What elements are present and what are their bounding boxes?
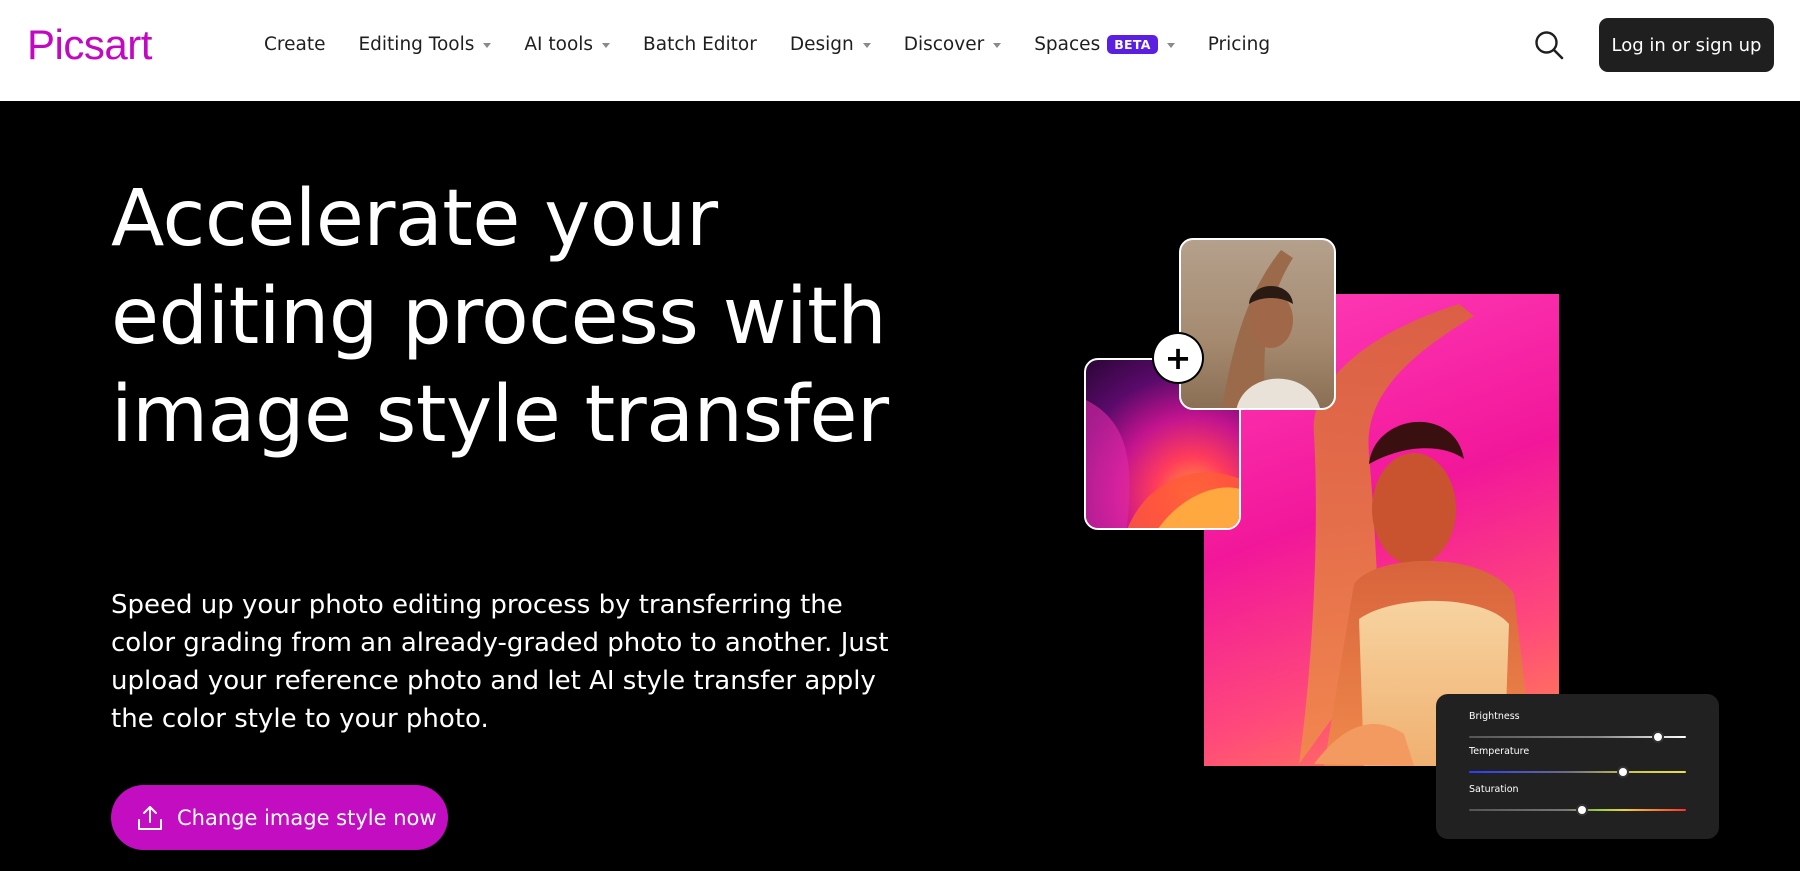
nav-item-label: Create xyxy=(264,33,326,55)
temperature-label: Temperature xyxy=(1469,746,1530,757)
brightness-slider-track[interactable] xyxy=(1469,731,1686,743)
nav-item-pricing[interactable]: Pricing xyxy=(1208,34,1270,55)
temperature-slider-handle[interactable] xyxy=(1617,766,1630,778)
picsart-logo[interactable]: Picsart xyxy=(27,22,152,68)
nav-item-label: Spaces xyxy=(1034,33,1101,55)
chevron-down-icon xyxy=(993,42,1002,48)
login-signup-button[interactable]: Log in or sign up xyxy=(1599,18,1774,72)
nav-item-spaces[interactable]: Spaces BETA xyxy=(1034,34,1175,55)
nav-item-label: Editing Tools xyxy=(358,33,475,55)
cta-label: Change image style now xyxy=(177,805,437,830)
chevron-down-icon xyxy=(483,42,492,48)
temperature-slider-track[interactable] xyxy=(1469,766,1686,778)
chevron-down-icon xyxy=(862,42,871,48)
hero-title: Accelerate your editing process with ima… xyxy=(111,174,889,460)
nav-item-ai-tools[interactable]: AI tools xyxy=(524,33,611,55)
main-nav: Create Editing Tools AI tools Batch Edit… xyxy=(264,0,1303,88)
nav-item-label: Pricing xyxy=(1207,33,1271,55)
chevron-down-icon xyxy=(1166,42,1175,48)
saturation-slider-track[interactable] xyxy=(1469,804,1686,816)
nav-item-batch-editor[interactable]: Batch Editor xyxy=(643,34,757,55)
brightness-label: Brightness xyxy=(1469,711,1520,722)
saturation-label: Saturation xyxy=(1469,784,1519,795)
plus-icon: + xyxy=(1154,334,1202,382)
beta-badge: BETA xyxy=(1107,34,1158,54)
top-navigation-bar: Picsart Create Editing Tools AI tools Ba… xyxy=(0,0,1800,101)
nav-item-label: Discover xyxy=(903,33,985,55)
nav-item-label: AI tools xyxy=(524,33,594,55)
change-image-style-button[interactable]: Change image style now xyxy=(111,785,448,850)
nav-item-create[interactable]: Create xyxy=(264,34,325,55)
adjustment-panel: Brightness Temperature Saturation xyxy=(1436,694,1719,839)
source-photo xyxy=(1179,238,1336,410)
nav-item-design[interactable]: Design xyxy=(790,34,871,55)
nav-item-discover[interactable]: Discover xyxy=(903,33,1002,55)
nav-item-editing-tools[interactable]: Editing Tools xyxy=(358,33,492,55)
chevron-down-icon xyxy=(602,42,611,48)
nav-item-label: Design xyxy=(789,33,854,55)
upload-icon xyxy=(138,805,162,830)
hero-subtitle: Speed up your photo editing process by t… xyxy=(111,590,889,734)
search-icon[interactable] xyxy=(1534,30,1564,60)
saturation-slider-handle[interactable] xyxy=(1575,804,1588,816)
brightness-slider-handle[interactable] xyxy=(1651,731,1664,743)
nav-item-label: Batch Editor xyxy=(643,33,757,55)
